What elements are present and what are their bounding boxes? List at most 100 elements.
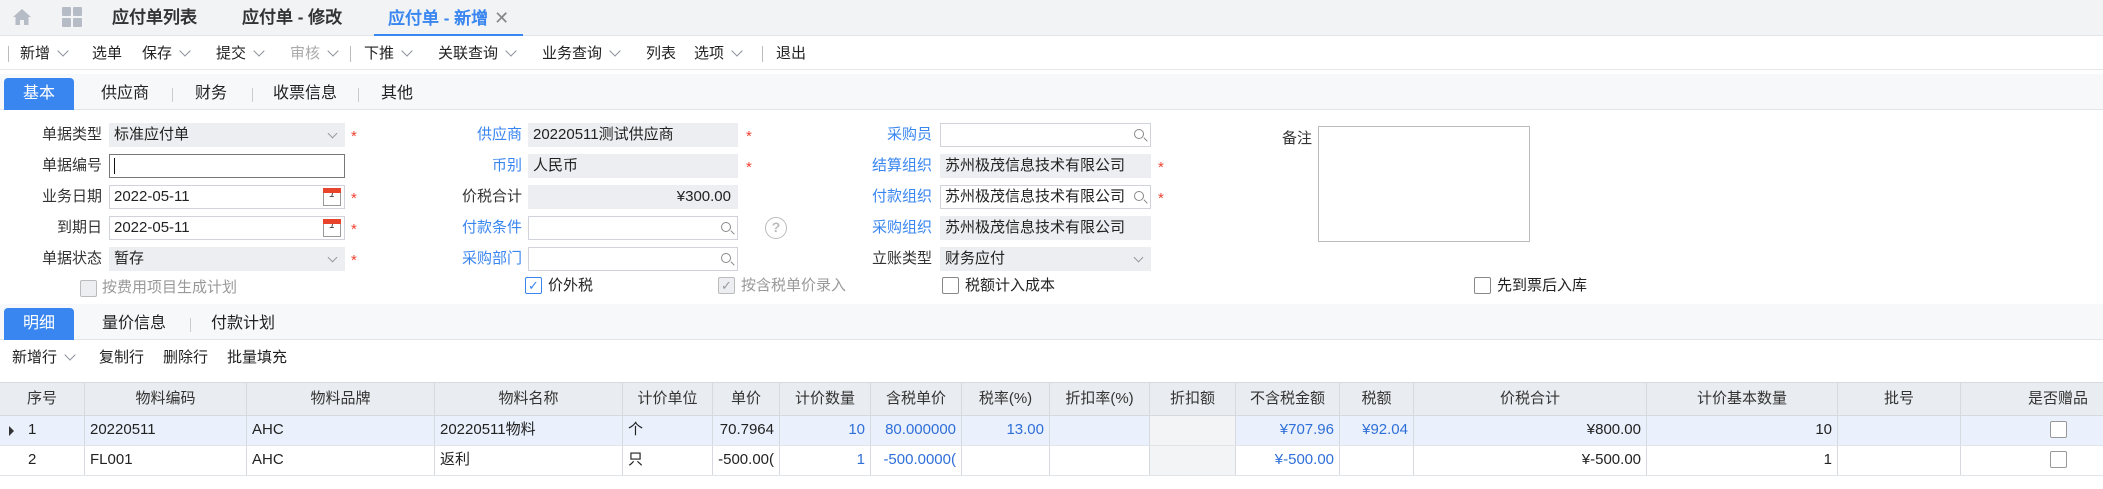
search-icon[interactable] — [1134, 129, 1144, 139]
list-button[interactable]: 列表 — [646, 38, 676, 70]
cell-col-price[interactable]: 70.7964 — [713, 416, 780, 445]
purchaser-label[interactable]: 采购员 — [840, 124, 932, 146]
cell-col-qty[interactable]: 10 — [780, 416, 871, 445]
calendar-icon[interactable]: 1 — [323, 188, 341, 206]
due-date-input[interactable]: 2022-05-11 1 — [109, 216, 345, 240]
search-icon[interactable] — [721, 253, 731, 263]
pay-org-label[interactable]: 付款组织 — [840, 186, 932, 208]
cell-col-unit[interactable]: 个 — [623, 416, 713, 445]
currency-label[interactable]: 币别 — [430, 155, 522, 177]
tab-ap-edit[interactable]: 应付单 - 修改 — [242, 0, 342, 36]
tax-price-entry-checkbox[interactable]: ✓ — [718, 277, 735, 294]
header-col-material-name[interactable]: 物料名称 — [435, 383, 623, 415]
chevron-down-icon[interactable] — [179, 45, 191, 57]
invoice-first-checkbox[interactable] — [1474, 277, 1491, 294]
bill-type-select[interactable]: 标准应付单 — [109, 123, 345, 147]
chevron-down-icon[interactable] — [609, 45, 621, 57]
cell-col-lot[interactable] — [1838, 416, 1961, 445]
header-col-tax-price[interactable]: 含税单价 — [871, 383, 962, 415]
bill-no-input[interactable] — [109, 154, 345, 178]
cell-col-base-qty[interactable]: 10 — [1647, 416, 1838, 445]
cell-col-discount-amount[interactable] — [1150, 446, 1236, 475]
cell-col-tax-price[interactable]: -500.0000( — [871, 446, 962, 475]
copy-row-button[interactable]: 复制行 — [99, 347, 144, 369]
close-icon[interactable]: ✕ — [494, 8, 509, 28]
tab-ap-new[interactable]: 应付单 - 新增 ✕ — [374, 0, 524, 36]
submit-button[interactable]: 提交 — [216, 38, 265, 70]
help-icon[interactable]: ? — [765, 217, 787, 239]
business-query-button[interactable]: 业务查询 — [542, 38, 621, 70]
cell-col-seq[interactable]: 2 — [0, 446, 85, 475]
exit-button[interactable]: 退出 — [776, 38, 806, 70]
push-down-button[interactable]: 下推 — [364, 38, 413, 70]
header-col-brand[interactable]: 物料品牌 — [247, 383, 435, 415]
header-col-tax[interactable]: 税额 — [1340, 383, 1414, 415]
header-col-total[interactable]: 价税合计 — [1414, 383, 1647, 415]
header-col-discount-amount[interactable]: 折扣额 — [1150, 383, 1236, 415]
batch-fill-button[interactable]: 批量填充 — [227, 347, 287, 369]
table-row[interactable]: 2 FL001 AHC 返利只 -500.00(1 -500.0000(¥-500.00 ¥… — [0, 446, 2103, 476]
cell-col-tax-rate[interactable]: 13.00 — [962, 416, 1050, 445]
home-icon[interactable] — [12, 8, 32, 26]
chevron-down-icon[interactable] — [1133, 252, 1144, 263]
cell-col-amount-excl-tax[interactable]: ¥707.96 — [1236, 416, 1340, 445]
settle-org-field[interactable]: 苏州极茂信息技术有限公司 — [940, 154, 1151, 178]
purchase-org-label[interactable]: 采购组织 — [840, 217, 932, 239]
supplier-field[interactable]: 20220511测试供应商 — [528, 123, 738, 147]
pay-terms-label[interactable]: 付款条件 — [430, 217, 522, 239]
account-type-select[interactable]: 财务应付 — [940, 247, 1151, 271]
header-col-material-code[interactable]: 物料编码 — [85, 383, 247, 415]
chevron-down-icon[interactable] — [505, 45, 517, 57]
purchase-org-field[interactable]: 苏州极茂信息技术有限公司 — [940, 216, 1151, 240]
remark-textarea[interactable] — [1318, 126, 1530, 242]
bill-status-select[interactable]: 暂存 — [109, 247, 345, 271]
tab-invoice-info[interactable]: 收票信息 — [266, 78, 344, 110]
supplier-label[interactable]: 供应商 — [430, 124, 522, 146]
pay-org-input[interactable]: 苏州极茂信息技术有限公司 — [940, 185, 1151, 209]
save-button[interactable]: 保存 — [142, 38, 191, 70]
select-bill-button[interactable]: 选单 — [92, 38, 122, 70]
chevron-down-icon[interactable] — [731, 45, 743, 57]
cell-col-lot[interactable] — [1838, 446, 1961, 475]
tab-detail[interactable]: 明细 — [4, 308, 74, 340]
price-excl-tax-checkbox[interactable]: ✓ — [525, 277, 542, 294]
header-col-tax-rate[interactable]: 税率(%) — [962, 383, 1050, 415]
header-col-qty[interactable]: 计价数量 — [780, 383, 871, 415]
header-col-discount-rate[interactable]: 折扣率(%) — [1050, 383, 1150, 415]
cell-col-is-gift[interactable] — [1961, 446, 2103, 475]
tab-basic[interactable]: 基本 — [4, 78, 74, 110]
chevron-down-icon[interactable] — [253, 45, 265, 57]
chevron-down-icon[interactable] — [327, 45, 339, 57]
cell-col-qty[interactable]: 1 — [780, 446, 871, 475]
header-col-unit[interactable]: 计价单位 — [623, 383, 713, 415]
cell-col-material-name[interactable]: 返利 — [435, 446, 623, 475]
cell-col-tax[interactable]: ¥92.04 — [1340, 416, 1414, 445]
header-col-is-gift[interactable]: 是否赠品 — [1961, 383, 2103, 415]
cell-col-base-qty[interactable]: 1 — [1647, 446, 1838, 475]
gen-plan-checkbox[interactable] — [80, 280, 97, 297]
app-grid-icon[interactable] — [62, 7, 82, 27]
related-query-button[interactable]: 关联查询 — [438, 38, 517, 70]
settle-org-label[interactable]: 结算组织 — [840, 155, 932, 177]
tab-payment-plan[interactable]: 付款计划 — [204, 308, 282, 340]
cell-col-tax[interactable] — [1340, 446, 1414, 475]
audit-button[interactable]: 审核 — [290, 38, 339, 70]
calendar-icon[interactable]: 1 — [323, 219, 341, 237]
cell-col-discount-rate[interactable] — [1050, 446, 1150, 475]
tab-finance[interactable]: 财务 — [186, 78, 236, 110]
table-row[interactable]: 1 20220511 AHC 20220511物料个 70.7964 10 80.00000… — [0, 416, 2103, 446]
cell-col-unit[interactable]: 只 — [623, 446, 713, 475]
search-icon[interactable] — [721, 222, 731, 232]
cell-col-total[interactable]: ¥800.00 — [1414, 416, 1647, 445]
cell-col-total[interactable]: ¥-500.00 — [1414, 446, 1647, 475]
search-icon[interactable] — [1134, 191, 1144, 201]
cell-col-tax-price[interactable]: 80.000000 — [871, 416, 962, 445]
purchase-dept-input[interactable] — [528, 247, 738, 271]
cell-col-tax-rate[interactable] — [962, 446, 1050, 475]
new-button[interactable]: 新增 — [20, 38, 69, 70]
cell-col-price[interactable]: -500.00( — [713, 446, 780, 475]
biz-date-input[interactable]: 2022-05-11 1 — [109, 185, 345, 209]
cell-col-brand[interactable]: AHC — [247, 416, 435, 445]
cell-col-material-name[interactable]: 20220511物料 — [435, 416, 623, 445]
chevron-down-icon[interactable] — [327, 128, 338, 139]
